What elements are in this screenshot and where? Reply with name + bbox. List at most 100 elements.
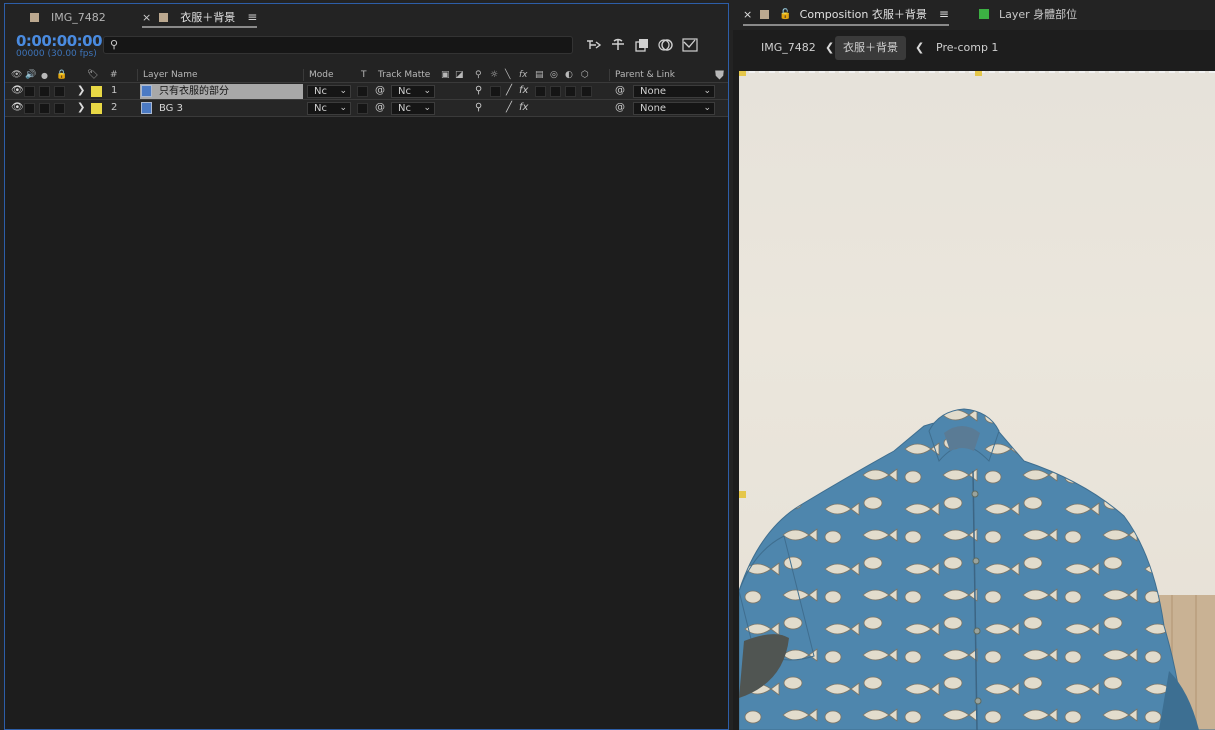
- preserve-transparency-icon[interactable]: ▣: [441, 70, 450, 80]
- collapse-switch[interactable]: [490, 86, 501, 97]
- audio-toggle[interactable]: [24, 86, 35, 97]
- close-icon[interactable]: ×: [142, 11, 151, 24]
- preserve-transparency-toggle[interactable]: [357, 103, 368, 114]
- lock-icon[interactable]: 🔒: [56, 70, 67, 80]
- quality-switch-icon[interactable]: ╲: [505, 70, 510, 80]
- layer-search-box[interactable]: ⚲: [103, 36, 573, 54]
- column-mode[interactable]: Mode: [309, 70, 334, 80]
- layer-label-color[interactable]: [91, 103, 102, 114]
- audio-icon[interactable]: 🔊: [25, 70, 36, 80]
- shy-layers-icon[interactable]: [609, 37, 627, 53]
- frame-blending-icon[interactable]: [633, 37, 651, 53]
- adjustment-layer-icon[interactable]: ◐: [565, 70, 573, 80]
- effects-switch-icon[interactable]: fx: [519, 102, 528, 113]
- search-icon: ⚲: [110, 38, 119, 51]
- breadcrumb-current-comp[interactable]: 衣服＋背景: [835, 36, 906, 60]
- layer-name[interactable]: BG 3: [140, 101, 303, 116]
- frame-blend-switch[interactable]: [535, 86, 546, 97]
- lock-icon[interactable]: 🔓: [779, 9, 791, 20]
- column-parent-link[interactable]: Parent & Link: [615, 70, 675, 80]
- tab-composition-viewer[interactable]: × 🔓 Composition 衣服＋背景 ≡: [743, 6, 949, 26]
- transform-handle-top-center[interactable]: [975, 71, 982, 76]
- layer-name[interactable]: 只有衣服的部分: [140, 84, 303, 99]
- panel-menu-icon[interactable]: ≡: [247, 10, 257, 24]
- transform-handle-middle-left[interactable]: [739, 491, 746, 498]
- tab-color-swatch: [159, 12, 169, 22]
- effects-switch-icon[interactable]: fx: [519, 85, 528, 96]
- search-input[interactable]: [124, 38, 564, 52]
- continuous-raster-icon[interactable]: ◪: [455, 70, 464, 80]
- frame-blend-switch-icon[interactable]: ▤: [535, 70, 544, 80]
- tab-composition-timeline[interactable]: × 衣服＋背景 ≡: [142, 7, 258, 28]
- close-icon[interactable]: ×: [743, 8, 752, 21]
- tab-color-swatch: [760, 9, 770, 19]
- parent-pickwhip-icon[interactable]: @: [615, 85, 625, 96]
- track-matte-pickwhip-icon[interactable]: @: [375, 102, 385, 113]
- preserve-transparency-toggle[interactable]: [357, 86, 368, 97]
- label-tag-icon[interactable]: 🏷: [87, 70, 98, 80]
- shy-switch-icon[interactable]: ⚲: [475, 85, 482, 96]
- mode-dropdown[interactable]: Nc ⌄: [307, 85, 351, 98]
- parent-dropdown[interactable]: None ⌄: [633, 102, 715, 115]
- tab-label: 衣服＋背景: [180, 11, 236, 24]
- lock-toggle[interactable]: [54, 86, 65, 97]
- shirt-image: [739, 408, 1215, 730]
- chevron-left-icon: ❮: [915, 41, 925, 54]
- track-matte-dropdown[interactable]: Nc ⌄: [391, 85, 435, 98]
- footage-icon: [141, 102, 152, 114]
- parent-dropdown[interactable]: None ⌄: [633, 85, 715, 98]
- motion-blur-switch-icon[interactable]: ◎: [550, 70, 558, 80]
- column-number: #: [110, 70, 118, 80]
- 3d-layer-icon[interactable]: ⬡: [581, 70, 589, 80]
- video-visibility-icon[interactable]: 👁: [11, 70, 22, 80]
- shy-switch-icon[interactable]: ⚲: [475, 102, 482, 113]
- tab-img-7482[interactable]: IMG_7482: [30, 7, 106, 27]
- solo-toggle[interactable]: [39, 86, 50, 97]
- tab-label: Composition 衣服＋背景: [799, 8, 927, 21]
- effects-switch-icon[interactable]: fx: [519, 70, 528, 80]
- active-tab-underline: [743, 24, 949, 26]
- panel-menu-icon[interactable]: ≡: [939, 7, 949, 21]
- track-matte-dropdown[interactable]: Nc ⌄: [391, 102, 435, 115]
- column-t[interactable]: T: [361, 70, 367, 80]
- tab-color-swatch: [979, 9, 989, 19]
- solo-toggle[interactable]: [39, 103, 50, 114]
- tab-layer-viewer[interactable]: Layer 身體部位: [979, 6, 1077, 22]
- shy-switch-icon[interactable]: ⚲: [475, 70, 482, 80]
- graph-editor-icon[interactable]: [681, 37, 699, 53]
- track-matte-pickwhip-icon[interactable]: @: [375, 85, 385, 96]
- composition-tab-bar: × 🔓 Composition 衣服＋背景 ≡ Layer 身體部位: [733, 0, 1215, 30]
- collapse-switch-icon[interactable]: ☼: [490, 70, 498, 80]
- column-track-matte[interactable]: Track Matte: [378, 70, 430, 80]
- layer-row-1[interactable]: 👁 ❯ 1 只有衣服的部分 Nc ⌄ @ Nc ⌄ ⚲ ╱ fx @ None ⌄: [5, 83, 728, 100]
- breadcrumb-img-7482[interactable]: IMG_7482: [753, 36, 824, 60]
- motion-blur-switch[interactable]: [550, 86, 561, 97]
- chevron-right-icon[interactable]: ❯: [77, 85, 85, 96]
- eye-icon[interactable]: 👁: [11, 85, 24, 96]
- quality-switch-icon[interactable]: ╱: [506, 102, 512, 113]
- layer-row-2[interactable]: 👁 ❯ 2 BG 3 Nc ⌄ @ Nc ⌄ ⚲ ╱ fx @ None ⌄: [5, 100, 728, 117]
- timeline-tab-bar: IMG_7482 × 衣服＋背景 ≡: [5, 4, 728, 28]
- composition-flowchart-icon[interactable]: [585, 37, 603, 53]
- adjustment-switch[interactable]: [565, 86, 576, 97]
- column-layer-name[interactable]: Layer Name: [143, 70, 198, 80]
- eye-icon[interactable]: 👁: [11, 102, 24, 113]
- audio-toggle[interactable]: [24, 103, 35, 114]
- current-time-display[interactable]: 0:00:00:00: [16, 32, 103, 50]
- layer-number: 1: [111, 85, 118, 96]
- composition-viewer[interactable]: [739, 71, 1215, 730]
- quality-switch-icon[interactable]: ╱: [506, 85, 512, 96]
- layer-number: 2: [111, 102, 118, 113]
- chevron-right-icon[interactable]: ❯: [77, 102, 85, 113]
- 3d-switch[interactable]: [581, 86, 592, 97]
- mode-dropdown[interactable]: Nc ⌄: [307, 102, 351, 115]
- motion-blur-icon[interactable]: [657, 37, 675, 53]
- composition-navigator: IMG_7482 ❮ 衣服＋背景 ❮ Pre-comp 1: [733, 30, 1215, 66]
- transform-handle-top-left[interactable]: [739, 71, 746, 76]
- lock-toggle[interactable]: [54, 103, 65, 114]
- parent-pickwhip-icon[interactable]: @: [615, 102, 625, 113]
- breadcrumb-pre-comp-1[interactable]: Pre-comp 1: [928, 36, 1006, 60]
- tab-color-swatch: [30, 12, 39, 22]
- solo-icon[interactable]: ●: [41, 71, 48, 80]
- layer-label-color[interactable]: [91, 86, 102, 97]
